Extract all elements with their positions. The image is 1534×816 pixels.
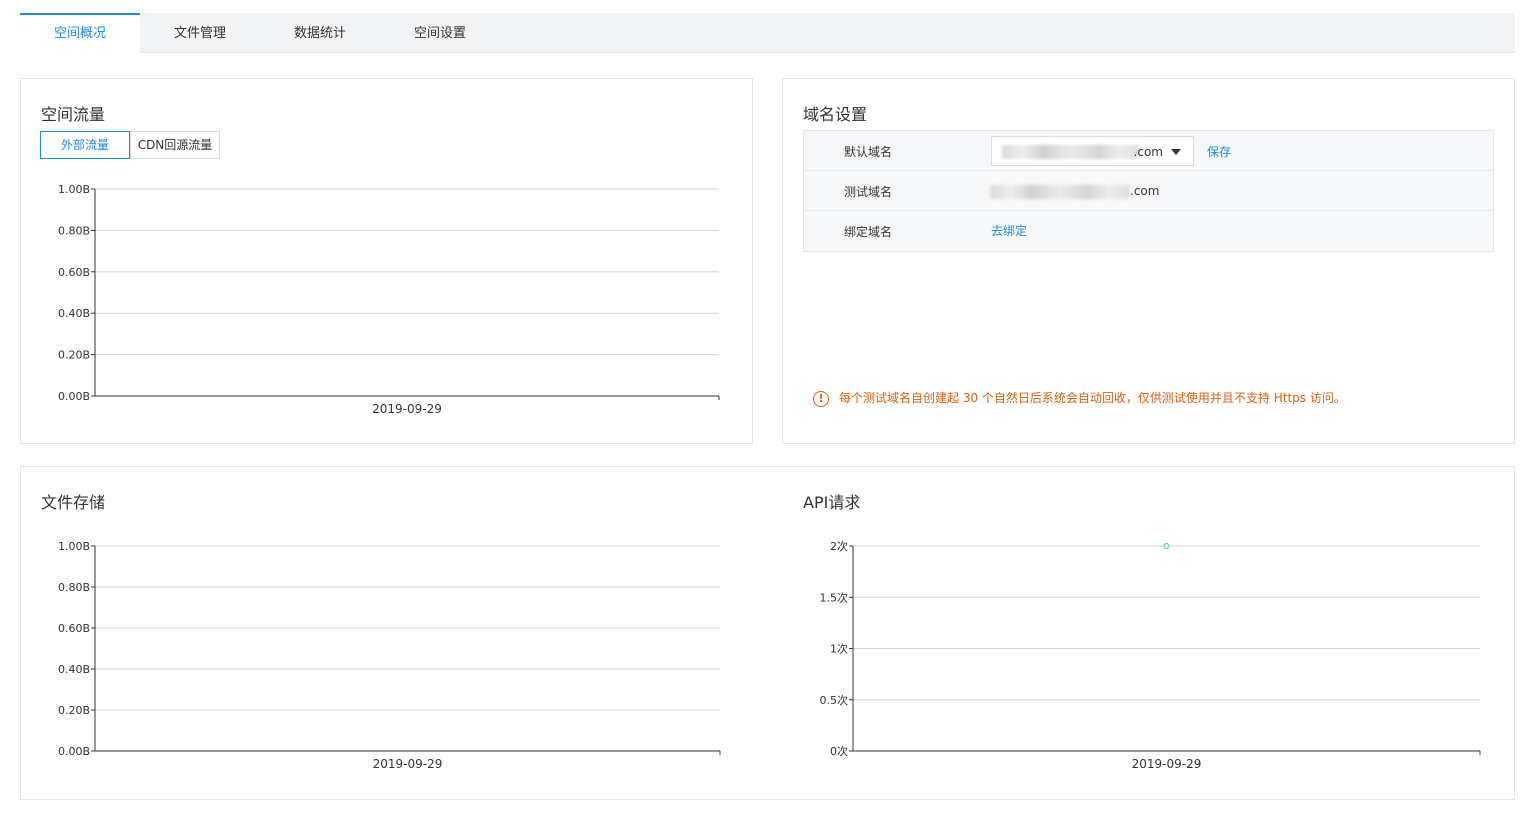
data-point	[1163, 543, 1170, 549]
y-tick-label: 0.5次	[820, 693, 849, 707]
domain-table: 默认域名 .com 保存 测试域名 .com 绑定域名 去绑定	[803, 130, 1494, 252]
traffic-title: 空间流量	[41, 105, 106, 124]
y-tick-label: 0.00B	[58, 390, 90, 403]
tab-space-settings[interactable]: 空间设置	[380, 13, 500, 53]
y-tick-label: 1.5次	[820, 590, 849, 604]
redacted-domain	[990, 184, 1130, 199]
exclamation-circle-icon: !	[813, 390, 829, 407]
y-tick-label: 2次	[830, 539, 848, 553]
default-domain-suffix: .com	[1133, 145, 1163, 159]
y-tick-label: 0.60B	[58, 266, 90, 279]
domain-panel: 域名设置 默认域名 .com 保存 测试域名 .com 绑定域名 去绑定 ! 每个…	[782, 78, 1515, 444]
y-tick-label: 1.00B	[58, 540, 90, 553]
bind-domain-row: 绑定域名 去绑定	[804, 211, 1493, 251]
go-bind-link[interactable]: 去绑定	[991, 211, 1027, 251]
default-domain-label: 默认域名	[844, 145, 893, 159]
y-tick-label: 0.00B	[58, 745, 90, 758]
traffic-panel: 空间流量 外部流量 CDN回源流量 0.00B 0.20B 0.40B 0.60B 0.…	[20, 78, 753, 444]
tab-file-management[interactable]: 文件管理	[140, 13, 260, 53]
default-domain-select[interactable]: .com	[991, 136, 1194, 166]
tab-overview[interactable]: 空间概况	[20, 13, 140, 54]
external-traffic-toggle[interactable]: 外部流量	[40, 131, 130, 159]
y-tick-label: 0.80B	[58, 581, 90, 594]
save-link[interactable]: 保存	[1207, 131, 1231, 173]
y-tick-label: 0.20B	[58, 704, 90, 717]
y-tick-label: 0.40B	[58, 307, 90, 320]
tab-data-statistics[interactable]: 数据统计	[260, 13, 380, 53]
storage-api-panel: 文件存储 API请求 0.00B 0.20B 0.40B 0.60B 0.80B 1.00…	[20, 466, 1515, 800]
storage-chart: 0.00B 0.20B 0.40B 0.60B 0.80B 1.00B 2019-09-29	[58, 540, 721, 771]
redacted-domain	[1002, 145, 1140, 159]
bind-domain-label: 绑定域名	[844, 225, 893, 239]
y-tick-label: 1.00B	[58, 183, 90, 196]
x-tick-label: 2019-09-29	[373, 757, 443, 771]
y-tick-label: 1次	[830, 642, 848, 656]
test-domain-suffix: .com	[1130, 184, 1160, 198]
default-domain-row: 默认域名 .com 保存	[804, 131, 1493, 171]
y-tick-label: 0.40B	[58, 663, 90, 676]
x-tick-label: 2019-09-29	[1132, 757, 1202, 771]
test-domain-label: 测试域名	[844, 185, 893, 199]
y-tick-label: 0.20B	[58, 349, 90, 362]
x-tick-label: 2019-09-29	[372, 402, 442, 416]
test-domain-value: .com	[990, 171, 1159, 211]
y-tick-label: 0.60B	[58, 622, 90, 635]
test-domain-row: 测试域名 .com	[804, 171, 1493, 211]
api-chart: 0次 0.5次 1次 1.5次 2次 2019-09-29	[820, 539, 1481, 771]
tab-bar: 空间概况 文件管理 数据统计 空间设置	[20, 13, 1515, 54]
domain-warning-text: 每个测试域名自创建起 30 个自然日后系统会自动回收，仅供测试使用并且不支持 H…	[839, 391, 1346, 405]
y-tick-label: 0.80B	[58, 224, 90, 237]
y-tick-label: 0次	[830, 744, 848, 758]
domain-title: 域名设置	[803, 105, 868, 124]
cdn-origin-traffic-toggle[interactable]: CDN回源流量	[130, 131, 220, 159]
domain-warning: ! 每个测试域名自创建起 30 个自然日后系统会自动回收，仅供测试使用并且不支持 …	[813, 388, 1346, 408]
caret-down-icon	[1171, 149, 1181, 155]
